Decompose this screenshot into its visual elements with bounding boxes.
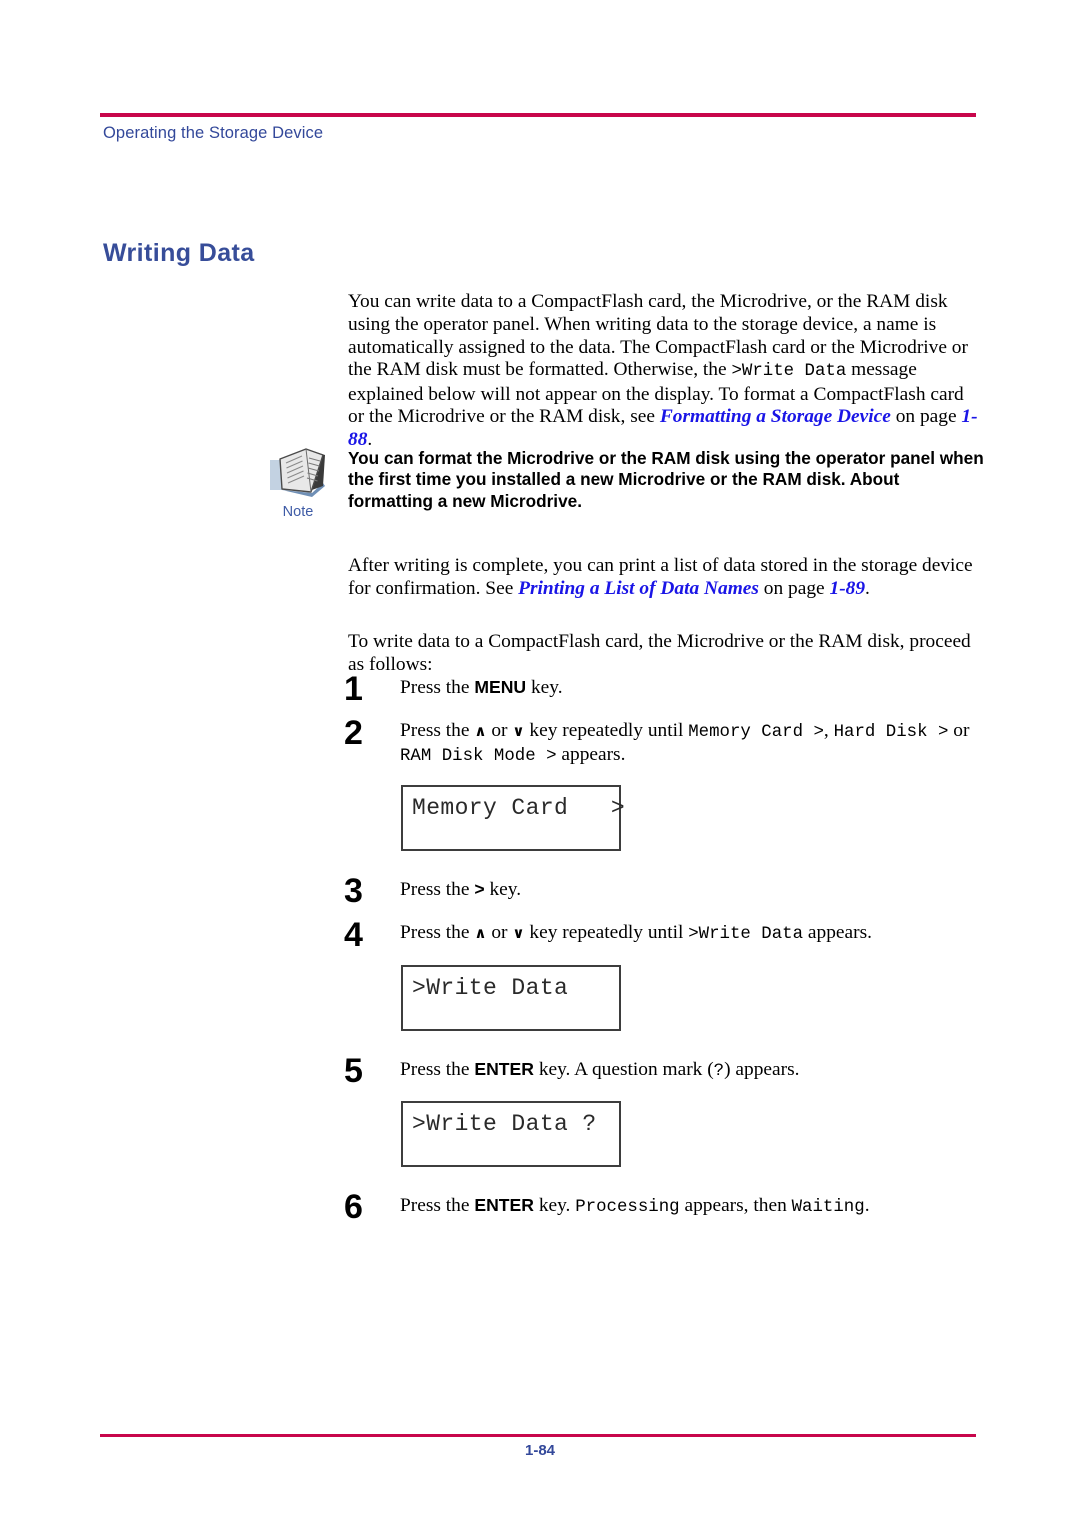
lcd-panel-write-data: >Write Data xyxy=(401,965,621,1031)
step-number: 6 xyxy=(344,1188,363,1226)
intro-paragraph: You can write data to a CompactFlash car… xyxy=(348,291,980,451)
after-text-3: . xyxy=(865,577,870,599)
step2-post-1: key repeatedly until xyxy=(524,720,689,741)
step6-post-2: appears, then xyxy=(679,1195,792,1216)
lcd-line-text: Memory Card > xyxy=(412,795,626,821)
step3-post: key. xyxy=(484,879,522,900)
step6-mono-processing: Processing xyxy=(575,1198,680,1217)
after-writing-paragraph: After writing is complete, you can print… xyxy=(348,555,980,600)
enter-key-label: ENTER xyxy=(474,1195,534,1215)
step-text: Press the > key. xyxy=(400,878,980,901)
step-number: 2 xyxy=(344,714,363,752)
lcd-line-text: >Write Data ? xyxy=(412,1111,597,1137)
step6-post-1: key. xyxy=(533,1195,576,1216)
step6-mono-waiting: Waiting xyxy=(791,1198,865,1217)
step-number: 5 xyxy=(344,1052,363,1090)
lcd-panel-write-data-question: >Write Data ? xyxy=(401,1101,621,1167)
xref-formatting-a-storage-device[interactable]: Formatting a Storage Device xyxy=(660,406,891,427)
to-write-paragraph: To write data to a CompactFlash card, th… xyxy=(348,631,971,675)
down-arrow-icon: ∨ xyxy=(512,722,525,740)
step2-pre: Press the xyxy=(400,720,475,741)
step4-post-1: key repeatedly until xyxy=(524,922,689,943)
page-title: Writing Data xyxy=(103,238,255,267)
footer-page-number: 1-84 xyxy=(524,1442,556,1459)
intro-text-3: on page xyxy=(890,406,962,428)
step-text: Press the ENTER key. A question mark (?)… xyxy=(400,1058,980,1083)
after-text-2: on page xyxy=(758,577,830,599)
xref-printing-a-list-of-data-names[interactable]: Printing a List of Data Names xyxy=(518,578,759,599)
note-caption-label: Note xyxy=(282,504,314,520)
right-arrow-key-label: > xyxy=(474,879,485,899)
step-text: Press the ∧ or ∨ key repeatedly until >W… xyxy=(400,922,980,946)
up-arrow-icon: ∧ xyxy=(474,924,487,942)
up-arrow-icon: ∧ xyxy=(474,722,487,740)
intro-text-4: . xyxy=(367,428,373,450)
step1-pre: Press the xyxy=(400,677,475,698)
step4-mid: or xyxy=(486,922,513,943)
step4-mono-write-data: >Write Data xyxy=(688,925,804,944)
step-number: 3 xyxy=(344,872,363,910)
step4-pre: Press the xyxy=(400,922,475,943)
step-text: Press the MENU key. xyxy=(400,676,980,699)
step-number: 1 xyxy=(344,670,363,708)
step5-post-1: key. A question mark ( xyxy=(533,1059,714,1080)
running-head: Operating the Storage Device xyxy=(103,124,324,142)
step2-mono-hard-disk: Hard Disk > xyxy=(833,723,949,742)
step4-post-2: appears. xyxy=(803,922,872,943)
step2-post-4: appears. xyxy=(556,744,626,766)
menu-key-label: MENU xyxy=(474,677,527,697)
xref-page-1-89[interactable]: 1-89 xyxy=(830,578,866,599)
step5-mono-question-mark: ? xyxy=(713,1062,725,1081)
step-text: Press the ∧ or ∨ key repeatedly until Me… xyxy=(400,720,980,769)
footer-rule xyxy=(100,1434,976,1437)
step-text: Press the ENTER key. Processing appears,… xyxy=(400,1194,980,1219)
step6-pre: Press the xyxy=(400,1195,475,1216)
step2-post-3: or xyxy=(948,720,970,741)
down-arrow-icon: ∨ xyxy=(512,924,525,942)
step2-mono-memory-card: Memory Card > xyxy=(688,723,824,742)
enter-key-label: ENTER xyxy=(474,1059,534,1079)
step3-pre: Press the xyxy=(400,879,475,900)
step6-post-3: . xyxy=(864,1195,870,1216)
step-number: 4 xyxy=(344,916,363,954)
note-text: You can format the Microdrive or the RAM… xyxy=(348,448,984,511)
step2-post-2: , xyxy=(823,720,834,741)
header-rule xyxy=(100,113,976,117)
step2-mid: or xyxy=(486,720,513,741)
intro-mono-write-data: >Write Data xyxy=(731,362,847,382)
step5-pre: Press the xyxy=(400,1059,475,1080)
step2-mono-ram-disk-mode: RAM Disk Mode > xyxy=(400,747,557,767)
step1-post: key. xyxy=(526,677,563,698)
lcd-panel-memory-card: Memory Card > xyxy=(401,785,625,851)
step5-post-2: ) appears. xyxy=(724,1059,800,1080)
lcd-line-text: >Write Data xyxy=(412,975,569,1001)
